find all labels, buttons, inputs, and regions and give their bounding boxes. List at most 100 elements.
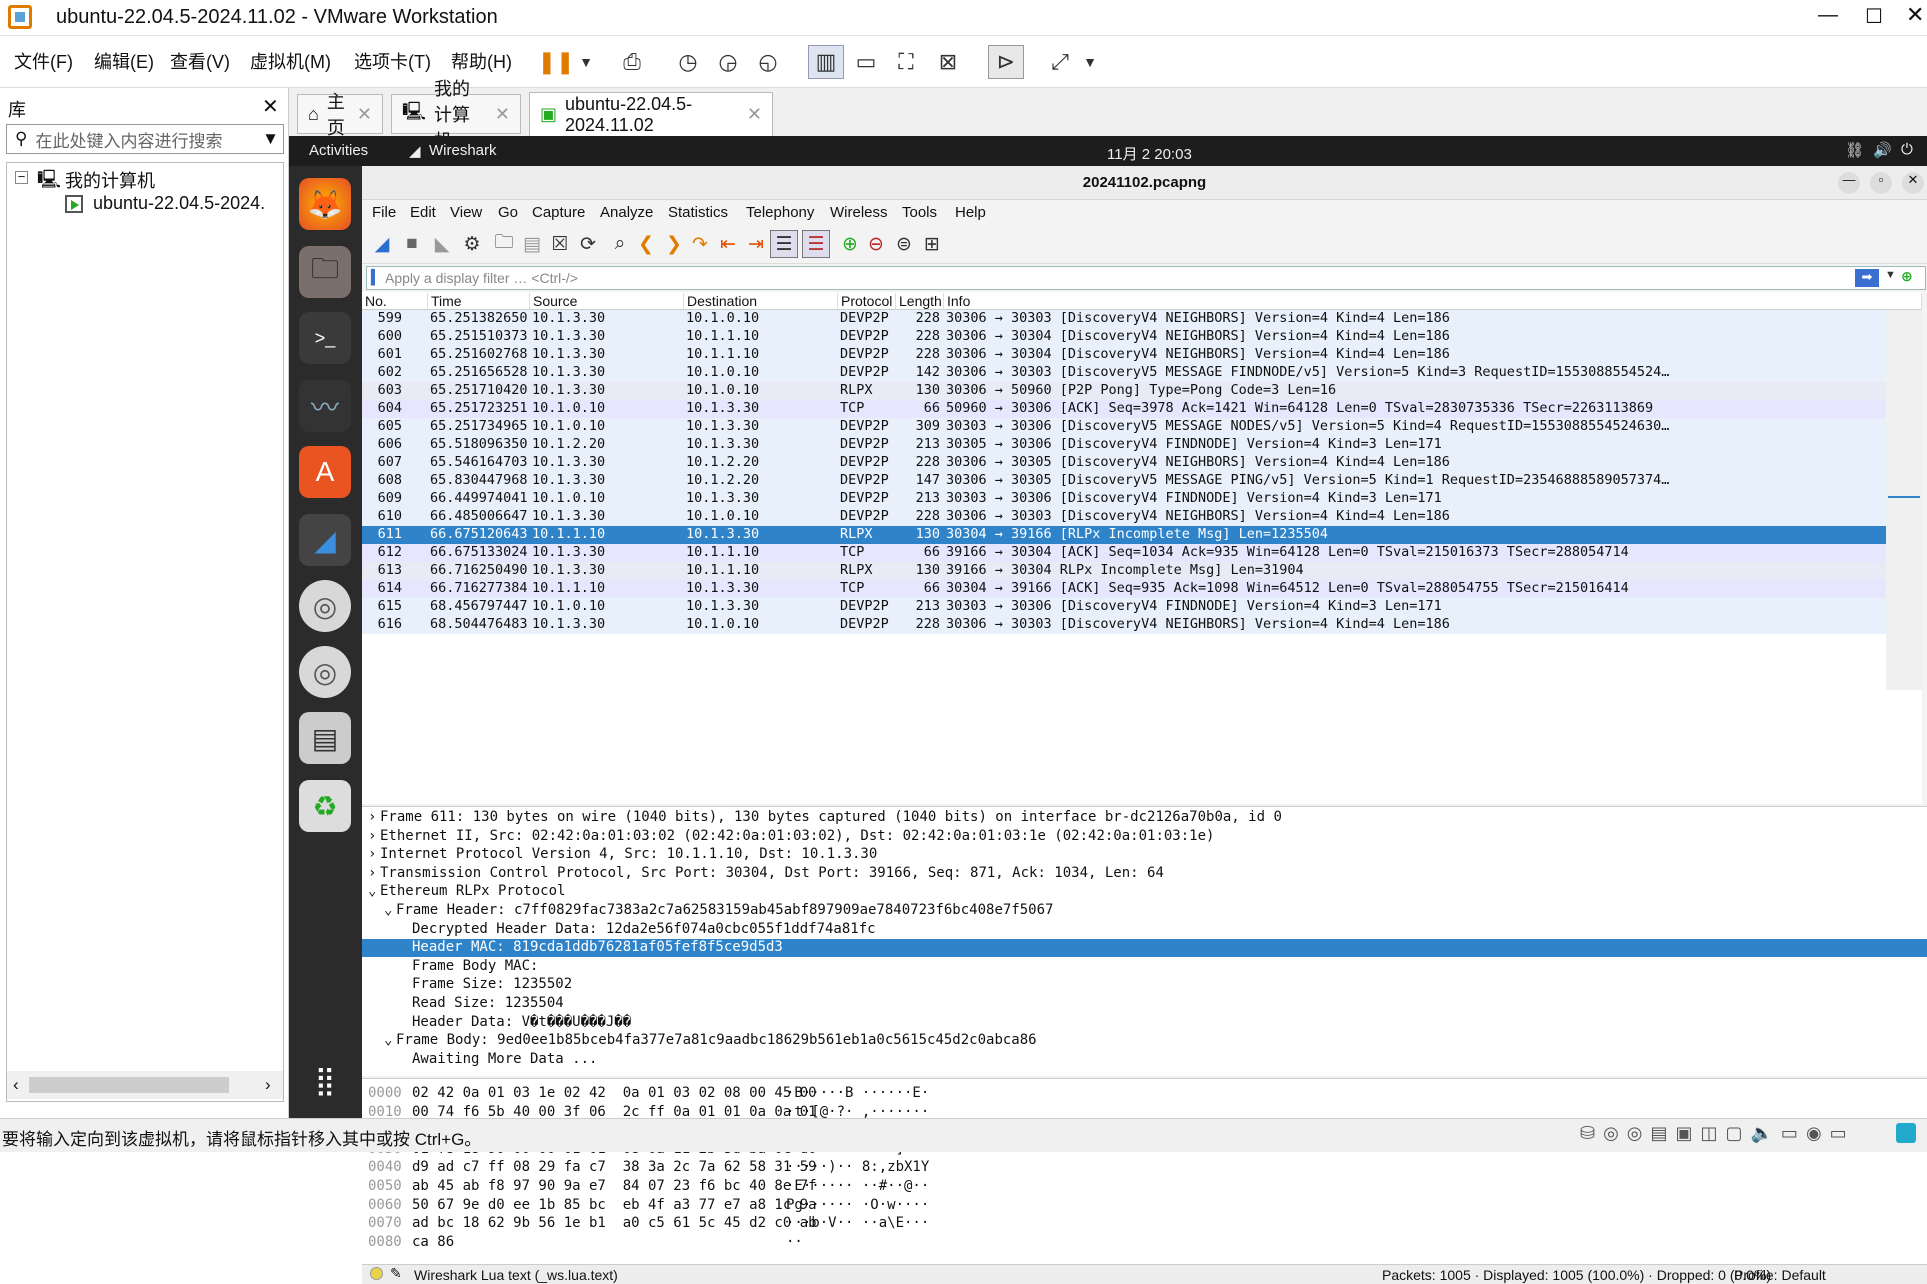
expand-arrow-icon[interactable]: › [368, 828, 376, 844]
ws-minimize-icon[interactable]: — [1838, 172, 1860, 194]
ws-close-icon[interactable]: ✕ [1902, 172, 1924, 194]
network-icon[interactable]: ⛓ [1845, 141, 1864, 159]
search-dropdown-icon[interactable]: ▼ [262, 129, 279, 149]
library-close-icon[interactable]: ✕ [262, 94, 279, 119]
show-apps-icon[interactable]: ⣿ [299, 1054, 351, 1106]
filter-dropdown-icon[interactable]: ▼ [1885, 269, 1896, 281]
profile[interactable]: Profile: Default [1734, 1267, 1927, 1283]
filter-input[interactable]: Apply a display filter … <Ctrl-/> [385, 270, 578, 286]
col-no[interactable]: No. [362, 293, 428, 310]
detail-row[interactable]: Decrypted Header Data: 12da2e56f074a0cbc… [362, 921, 1927, 939]
detail-row[interactable]: Read Size: 1235504 [362, 995, 1927, 1013]
packet-row[interactable]: 605 65.251734965 10.1.0.10 10.1.3.30 DEVP2P 3… [362, 418, 1886, 436]
ws-menu-go[interactable]: Go [498, 204, 518, 221]
ws-menu-capture[interactable]: Capture [532, 204, 585, 221]
files-icon[interactable]: 🗀 [299, 246, 351, 298]
edit-comment-icon[interactable]: ✎ [390, 1265, 402, 1282]
col-time[interactable]: Time [428, 293, 530, 310]
detail-row[interactable]: Awaiting More Data ... [362, 1051, 1927, 1069]
packet-row[interactable]: 608 65.830447968 10.1.3.30 10.1.2.20 DEVP2P 1… [362, 472, 1886, 490]
find-packet-icon[interactable]: ⌕ [606, 230, 634, 258]
stop-capture-icon[interactable]: ■ [398, 230, 426, 258]
detail-row[interactable]: Frame Size: 1235502 [362, 976, 1927, 994]
packet-row[interactable]: 601 65.251602768 10.1.3.30 10.1.1.10 DEVP2P 2… [362, 346, 1886, 364]
packet-row[interactable]: 615 68.456797447 10.1.0.10 10.1.3.30 DEVP2P 2… [362, 598, 1886, 616]
tab-close-icon[interactable]: ✕ [357, 104, 372, 125]
volume-icon[interactable]: 🔊 [1873, 141, 1892, 159]
close-button[interactable]: ✕ [1906, 2, 1924, 28]
first-packet-icon[interactable]: ⇤ [714, 230, 742, 258]
col-destination[interactable]: Destination [684, 293, 838, 310]
restart-capture-icon[interactable]: ◣ [428, 230, 456, 258]
scroll-thumb[interactable] [29, 1077, 229, 1093]
firefox-icon[interactable]: 🦊 [299, 178, 351, 230]
power-icon[interactable]: ⏻ [1901, 141, 1913, 158]
unity-icon[interactable]: ⊠ [930, 45, 966, 79]
tree-root-label[interactable]: 我的计算机 [65, 167, 155, 193]
detail-row[interactable]: Frame Body MAC: [362, 958, 1927, 976]
packet-row[interactable]: 603 65.251710420 10.1.3.30 10.1.0.10 RLPX 130… [362, 382, 1886, 400]
app-menu[interactable]: Wireshark [429, 142, 497, 159]
message-icon[interactable] [1896, 1123, 1916, 1143]
library-toggle-icon[interactable]: ▥ [808, 45, 844, 79]
detail-row[interactable]: › Frame 611: 130 bytes on wire (1040 bits… [362, 809, 1927, 827]
display-filter[interactable]: ▍ Apply a display filter … <Ctrl-/> ➡ ▼ … [366, 266, 1926, 290]
ws-menu-view[interactable]: View [450, 204, 482, 221]
last-packet-icon[interactable]: ⇥ [742, 230, 770, 258]
detail-row[interactable]: › Transmission Control Protocol, Src Port… [362, 865, 1927, 883]
tree-collapse-icon[interactable]: − [15, 170, 28, 184]
drive-icon[interactable]: ▤ [299, 712, 351, 764]
autoscroll-icon[interactable]: ☰ [770, 230, 798, 258]
trash-icon[interactable]: ♻ [299, 780, 351, 832]
snapshot-manager-icon[interactable]: ◵ [750, 45, 786, 79]
library-search[interactable]: ⚲ 在此处键入内容进行搜索 ▼ [6, 124, 284, 154]
apply-filter-icon[interactable]: ➡ [1855, 269, 1879, 287]
normal-size-icon[interactable]: ⊜ [890, 230, 918, 258]
col-source[interactable]: Source [530, 293, 684, 310]
pause-dropdown-icon[interactable]: ▼ [568, 45, 604, 79]
packet-row[interactable]: 616 68.504476483 10.1.3.30 10.1.0.10 DEVP2P 2… [362, 616, 1886, 634]
ws-menu-wireless[interactable]: Wireless [830, 204, 888, 221]
packet-list-scrollbar[interactable] [1886, 310, 1922, 690]
library-hscrollbar[interactable]: ‹ › [7, 1071, 283, 1099]
ws-menu-analyze[interactable]: Analyze [600, 204, 653, 221]
app-center-icon[interactable]: A [299, 446, 351, 498]
expert-info-icon[interactable] [370, 1267, 383, 1280]
close-file-icon[interactable]: ☒ [546, 230, 574, 258]
zoom-out-icon[interactable]: ⊖ [862, 230, 890, 258]
menu-tabs[interactable]: 选项卡(T) [354, 48, 431, 74]
device-icons[interactable]: ⛁◎◎▤▣◫▢🔈▭◉▭ [1580, 1123, 1855, 1144]
start-capture-icon[interactable]: ◢ [368, 230, 396, 258]
save-file-icon[interactable]: ▤ [518, 230, 546, 258]
send-ctrl-alt-del-icon[interactable]: ⎙ [614, 45, 650, 79]
detail-row[interactable]: ⌄ Frame Header: c7ff0829fac7383a2c7a62583… [362, 902, 1927, 920]
menu-view[interactable]: 查看(V) [170, 48, 230, 74]
activities-button[interactable]: Activities [309, 142, 368, 159]
col-info[interactable]: Info [944, 293, 1922, 310]
scroll-right-icon[interactable]: › [265, 1075, 271, 1095]
bookmark-icon[interactable]: ▍ [371, 269, 382, 286]
capture-options-icon[interactable]: ⚙ [458, 230, 486, 258]
snapshot-icon[interactable]: ◷ [670, 45, 706, 79]
maximize-button[interactable]: ☐ [1865, 4, 1883, 29]
tab-ubuntu[interactable]: ▣ ubuntu-22.04.5-2024.11.02 ✕ [529, 92, 773, 136]
detail-row[interactable]: Header MAC: 819cda1ddb76281af05fef8f5ce9… [362, 939, 1927, 958]
expand-arrow-icon[interactable]: › [368, 809, 376, 825]
tab-my-computer[interactable]: 🖳我的计算机✕ [391, 79, 521, 151]
ws-maximize-icon[interactable]: ▫ [1870, 172, 1892, 194]
go-forward-icon[interactable]: ❯ [660, 230, 688, 258]
menu-file[interactable]: 文件(F) [14, 48, 73, 74]
ws-menu-tools[interactable]: Tools [902, 204, 937, 221]
system-monitor-icon[interactable]: 〰 [299, 380, 351, 432]
colorize-icon[interactable]: ☰ [802, 230, 830, 258]
add-filter-icon[interactable]: ⊕ [1901, 268, 1913, 285]
expand-arrow-icon[interactable]: ⌄ [384, 1032, 392, 1048]
library-search-input[interactable]: 在此处键入内容进行搜索 [35, 127, 222, 152]
ws-menu-statistics[interactable]: Statistics [668, 204, 728, 221]
dvd-icon[interactable]: ◎ [299, 580, 351, 632]
packet-row[interactable]: 604 65.251723251 10.1.0.10 10.1.3.30 TCP 66 50… [362, 400, 1886, 418]
packet-row[interactable]: 609 66.449974041 10.1.0.10 10.1.3.30 DEVP2P 2… [362, 490, 1886, 508]
packet-row[interactable]: 612 66.675133024 10.1.3.30 10.1.1.10 TCP 66 39… [362, 544, 1886, 562]
packet-row[interactable]: 600 65.251510373 10.1.3.30 10.1.1.10 DEVP2P 2… [362, 328, 1886, 346]
menu-vm[interactable]: 虚拟机(M) [250, 48, 331, 74]
